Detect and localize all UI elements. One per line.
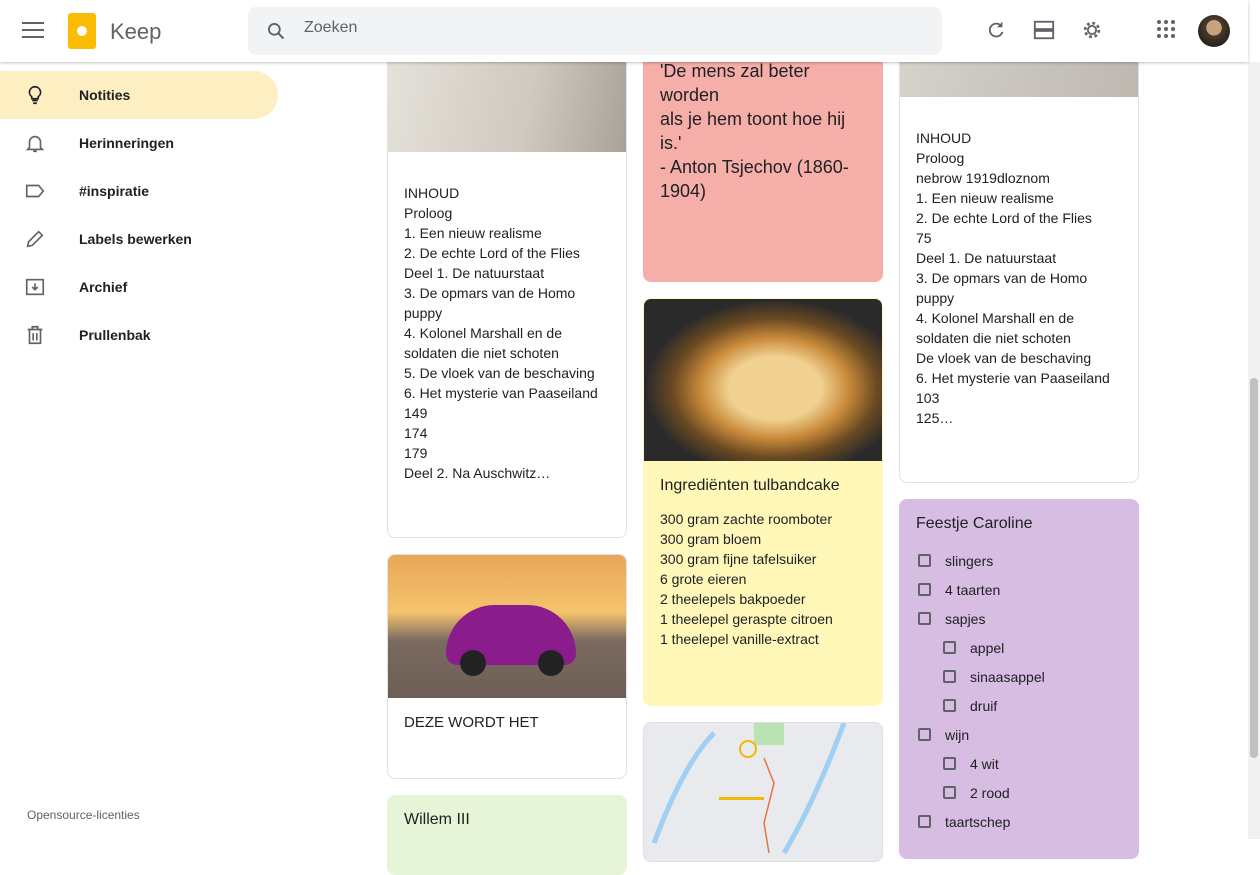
tulband-cake-image [644,299,882,461]
search-input[interactable] [304,19,904,37]
sidebar-item-label: Labels bewerken [79,231,192,247]
lightbulb-icon [28,85,42,105]
checklist-item: 4 taarten [918,575,1138,604]
sidebar-item-herinneringen[interactable]: Herinneringen [0,119,278,167]
checklist-item-text: wijn [945,726,970,743]
account-avatar[interactable] [1198,15,1230,47]
checklist-item-text: sapjes [945,610,986,627]
note-card-map[interactable] [643,722,883,862]
checklist-item: druif [918,691,1138,720]
checkbox[interactable] [918,583,931,596]
checklist-item-text: sinaasappel [970,668,1045,685]
checkbox[interactable] [943,670,956,683]
label-icon [25,184,45,198]
note-card-willem[interactable]: Willem III [387,795,627,875]
scrollbar[interactable] [1248,62,1260,839]
note-card-car[interactable]: DEZE WORDT HET [387,554,627,779]
sidebar-item-label: Herinneringen [79,135,174,151]
checklist-item-text: appel [970,639,1005,656]
pencil-icon [26,230,44,248]
checkbox[interactable] [943,786,956,799]
sidebar-item-labels-bewerken[interactable]: Labels bewerken [0,215,278,263]
checkbox[interactable] [943,641,956,654]
sidebar-item-inspiratie[interactable]: #inspiratie [0,167,278,215]
checkbox[interactable] [943,699,956,712]
purple-beetle-car-image [388,555,626,698]
sidebar-item-prullenbak[interactable]: Prullenbak [0,311,278,359]
note-body: INHOUD Proloog nebrow 1919dloznom 1. Een… [916,130,1110,426]
sidebar-item-label: Prullenbak [79,327,151,343]
note-title: Feestje Caroline [916,515,1033,532]
note-card-feestje[interactable]: Feestje Caroline slingers 4 taarten sapjes… [899,499,1139,859]
checklist-item-text: slingers [945,552,994,569]
scrollbar-thumb[interactable] [1250,378,1258,758]
main-menu-icon[interactable] [22,22,44,38]
search-icon[interactable] [266,21,286,41]
note-title: Willem III [404,811,470,828]
note-title: DEZE WORDT HET [404,714,539,731]
checklist-item-text: 4 taarten [945,581,1001,598]
checklist-item-text: taartschep [945,813,1011,830]
note-card-inhoud[interactable]: INHOUD Proloog 1. Een nieuw realisme 2. … [387,20,627,538]
checkbox[interactable] [918,728,931,741]
checklist-item: sinaasappel [918,662,1138,691]
note-body: INHOUD Proloog 1. Een nieuw realisme 2. … [404,185,598,481]
checkbox[interactable] [918,815,931,828]
top-bar: Keep [0,0,1248,62]
note-card-cake[interactable]: Ingrediënten tulbandcake 300 gram zachte… [643,298,883,706]
settings-gear-icon[interactable] [1081,19,1103,41]
sidebar-item-label: Archief [79,279,128,295]
app-name[interactable]: Keep [110,19,161,45]
keep-logo-icon[interactable] [68,13,96,49]
archive-icon [25,278,45,296]
open-source-licenses-link[interactable]: Opensource-licenties [27,808,140,822]
checkbox[interactable] [918,612,931,625]
search-bar[interactable] [248,7,942,55]
checklist: slingers 4 taarten sapjes appel sinaasappel d… [900,546,1138,836]
note-title: Ingrediënten tulbandcake [660,477,840,494]
checklist-item: taartschep [918,807,1138,836]
checklist-item-text: 2 rood [970,784,1010,801]
trash-icon [27,325,43,345]
note-body: 300 gram zachte roomboter 300 gram bloem… [660,511,833,647]
note-card-inhoud-2[interactable]: INHOUD Proloog nebrow 1919dloznom 1. Een… [899,20,1139,483]
sidebar-item-label: Notities [79,87,131,103]
checklist-item-text: druif [970,697,998,714]
apps-grid-icon[interactable] [1156,19,1176,39]
checklist-item: 4 wit [918,749,1138,778]
checkbox[interactable] [918,554,931,567]
checklist-item: sapjes [918,604,1138,633]
checklist-item-text: 4 wit [970,755,999,772]
bell-icon [25,135,45,153]
checklist-item: wijn [918,720,1138,749]
sidebar-item-label: #inspiratie [79,183,150,199]
list-view-icon[interactable] [1033,19,1055,41]
map-image [651,723,847,855]
checklist-item: 2 rood [918,778,1138,807]
checklist-item: slingers [918,546,1138,575]
sidebar-item-archief[interactable]: Archief [0,263,278,311]
sidebar-item-notities[interactable]: Notities [0,71,278,119]
checkbox[interactable] [943,757,956,770]
checklist-item: appel [918,633,1138,662]
refresh-icon[interactable] [985,19,1007,41]
